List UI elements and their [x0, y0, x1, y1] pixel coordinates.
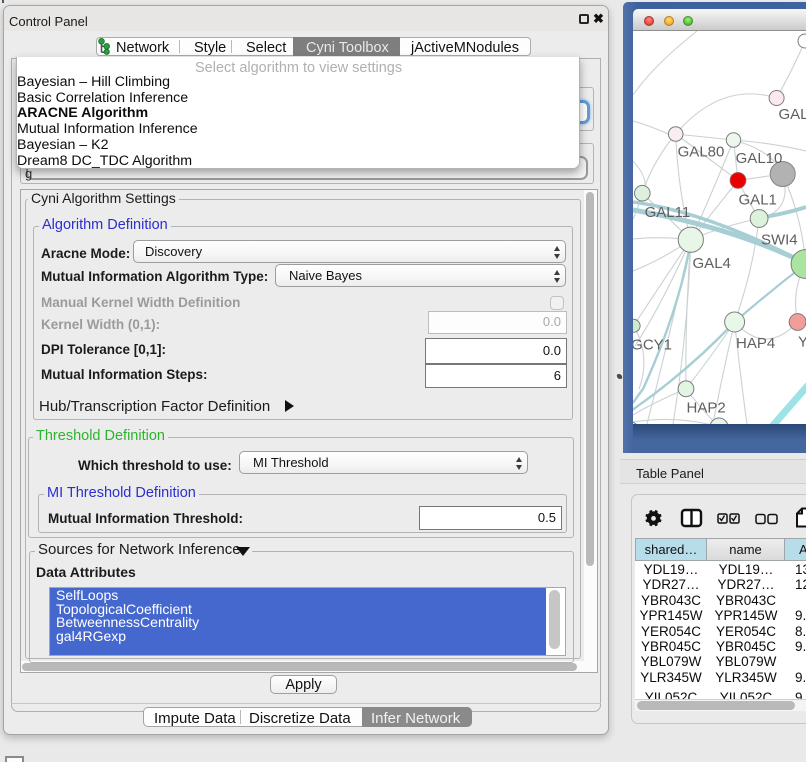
svg-text:SWI4: SWI4	[761, 231, 798, 248]
svg-text:GAL7: GAL7	[779, 106, 806, 123]
svg-text:GAL80: GAL80	[678, 143, 725, 160]
svg-text:GCY1: GCY1	[633, 336, 672, 353]
svg-text:HAP4: HAP4	[736, 335, 775, 352]
svg-text:GAL10: GAL10	[736, 150, 783, 167]
svg-text:Y: Y	[798, 334, 806, 351]
svg-text:GAL1: GAL1	[739, 192, 777, 209]
svg-text:HAP2: HAP2	[687, 399, 726, 416]
svg-text:GAL11: GAL11	[645, 204, 691, 221]
svg-text:GAL4: GAL4	[693, 255, 731, 272]
